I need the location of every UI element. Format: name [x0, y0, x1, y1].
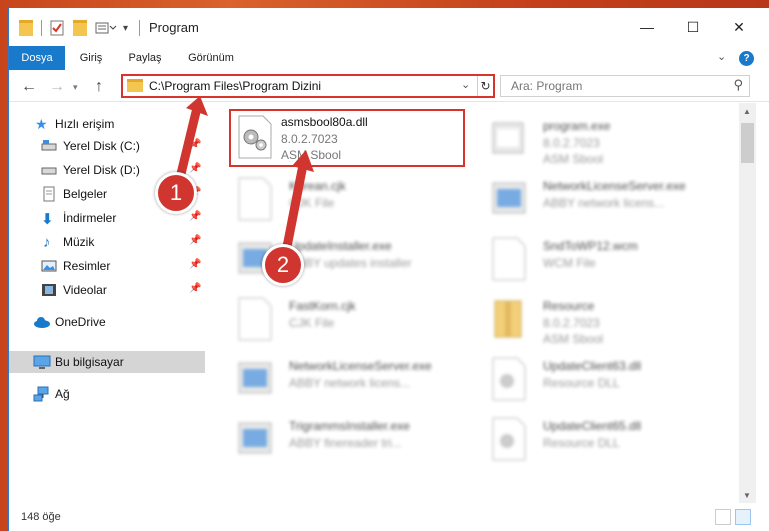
exe-file-icon — [491, 177, 527, 221]
close-button[interactable]: ✕ — [716, 8, 762, 46]
sidebar-item-quick-access[interactable]: ★ Hızlı erişim — [9, 113, 205, 135]
explorer-window: ▾ Program — ☐ ✕ Dosya Giriş Paylaş Görün… — [8, 8, 769, 531]
exe-file-icon — [491, 117, 527, 161]
sidebar-item-music[interactable]: ♪ Müzik 📌 — [9, 231, 205, 253]
refresh-icon[interactable]: ↻ — [477, 76, 493, 96]
pictures-icon — [41, 258, 57, 274]
dll-file-icon — [237, 115, 273, 159]
file-item[interactable]: Resource 8.0.2.7023 ASM Sbool — [491, 293, 731, 351]
file-item[interactable]: SndToWP12.wcm WCM File — [491, 233, 731, 291]
minimize-button[interactable]: — — [624, 8, 670, 46]
search-box[interactable]: Ara: Program ⚲ — [500, 75, 750, 97]
computer-icon — [33, 354, 51, 370]
customize-toolbar-icon[interactable]: ▾ — [123, 19, 128, 37]
folder-icon — [127, 79, 143, 92]
new-folder-icon[interactable] — [73, 19, 87, 37]
star-icon: ★ — [35, 116, 48, 132]
file-item[interactable]: TrigrammsInstaller.exe ABBY finereader t… — [237, 413, 477, 471]
sidebar-item-pictures[interactable]: Resimler 📌 — [9, 255, 205, 277]
file-company: ASM Sbool — [281, 148, 342, 162]
file-item[interactable]: NetworkLicenseServer.exe ABBY network li… — [491, 173, 731, 231]
file-item[interactable]: Korean.cjk CJK File — [237, 173, 477, 231]
music-icon: ♪ — [43, 234, 51, 251]
navigation-pane: ★ Hızlı erişim Yerel Disk (C:) 📌 Yerel D… — [9, 103, 209, 503]
file-item[interactable]: NetworkLicenseServer.exe ABBY network li… — [237, 353, 477, 411]
file-item[interactable]: UpdateClient63.dll Resource DLL — [491, 353, 731, 411]
expand-ribbon-icon[interactable]: ⌄ — [717, 50, 726, 63]
tab-file[interactable]: Dosya — [9, 46, 65, 70]
up-arrow-icon[interactable]: ↑ — [95, 78, 103, 96]
large-icons-view-button[interactable] — [735, 509, 751, 525]
sidebar-item-local-disk-c[interactable]: Yerel Disk (C:) 📌 — [9, 135, 205, 157]
sidebar-item-network[interactable]: Ağ — [9, 383, 205, 405]
document-icon — [237, 297, 273, 341]
document-icon — [237, 177, 273, 221]
file-item-highlighted[interactable]: asmsbool80a.dll 8.0.2.7023 ASM Sbool — [229, 109, 465, 167]
navigation-bar: ← → ▾ ↑ C:\Program Files\Program Dizini … — [9, 70, 769, 102]
drive-icon — [41, 138, 57, 154]
view-options-icon[interactable] — [95, 19, 117, 37]
sidebar-item-videos[interactable]: Videolar 📌 — [9, 279, 205, 301]
documents-icon — [41, 186, 57, 202]
file-item[interactable]: FastKorn.cjk CJK File — [237, 293, 477, 351]
recent-locations-icon[interactable]: ▾ — [73, 82, 78, 93]
pin-icon: 📌 — [189, 259, 202, 270]
title-bar: ▾ Program — ☐ ✕ — [9, 8, 769, 46]
scroll-up-icon[interactable]: ▲ — [743, 107, 751, 116]
step-badge-2: 2 — [262, 244, 304, 286]
search-placeholder: Ara: Program — [511, 79, 583, 93]
file-version: 8.0.2.7023 — [281, 132, 338, 146]
exe-file-icon — [237, 417, 273, 461]
details-view-button[interactable] — [715, 509, 731, 525]
pin-icon: 📌 — [189, 283, 202, 294]
maximize-button[interactable]: ☐ — [670, 8, 716, 46]
window-title: Program — [149, 20, 199, 35]
address-bar[interactable]: C:\Program Files\Program Dizini ⌄ ↻ — [121, 74, 495, 98]
sidebar-item-this-pc[interactable]: Bu bilgisayar — [9, 351, 205, 373]
videos-icon — [41, 282, 57, 298]
folder-icon — [19, 19, 33, 37]
chevron-down-icon[interactable]: ⌄ — [461, 78, 470, 91]
scroll-down-icon[interactable]: ▼ — [743, 491, 751, 500]
pin-icon: 📌 — [189, 235, 202, 246]
back-arrow-icon[interactable]: ← — [21, 78, 37, 96]
document-icon — [491, 237, 527, 281]
file-item[interactable]: program.exe 8.0.2.7023 ASM Sbool — [491, 113, 731, 171]
pin-icon: 📌 — [189, 211, 202, 222]
archive-icon — [491, 297, 527, 341]
forward-arrow-icon[interactable]: → — [49, 78, 65, 96]
vertical-scrollbar[interactable]: ▲ ▼ — [739, 103, 756, 503]
ribbon-tabs: Dosya Giriş Paylaş Görünüm ⌄ ? — [9, 46, 769, 70]
help-icon[interactable]: ? — [739, 51, 754, 66]
download-icon: ⬇ — [41, 211, 54, 228]
exe-file-icon — [237, 357, 273, 401]
address-path: C:\Program Files\Program Dizini — [149, 79, 322, 93]
file-item[interactable]: UpdateClient65.dll Resource DLL — [491, 413, 731, 471]
status-bar: 148 öğe — [9, 503, 769, 531]
tab-view[interactable]: Görünüm — [181, 46, 241, 70]
pin-icon: 📌 — [189, 139, 202, 150]
file-list: asmsbool80a.dll 8.0.2.7023 ASM Sbool pro… — [211, 103, 739, 503]
cloud-icon — [33, 314, 50, 330]
properties-icon[interactable] — [49, 19, 65, 37]
step-badge-1: 1 — [155, 172, 197, 214]
network-icon — [33, 386, 49, 402]
file-name: asmsbool80a.dll — [281, 115, 368, 129]
tab-home[interactable]: Giriş — [71, 46, 111, 70]
search-icon: ⚲ — [733, 77, 743, 92]
dll-file-icon — [491, 357, 527, 401]
item-count: 148 öğe — [21, 511, 61, 523]
scroll-thumb[interactable] — [741, 123, 754, 163]
tab-share[interactable]: Paylaş — [121, 46, 169, 70]
sidebar-item-onedrive[interactable]: OneDrive — [9, 311, 205, 333]
drive-icon — [41, 162, 57, 178]
dll-file-icon — [491, 417, 527, 461]
pin-icon: 📌 — [189, 163, 202, 174]
